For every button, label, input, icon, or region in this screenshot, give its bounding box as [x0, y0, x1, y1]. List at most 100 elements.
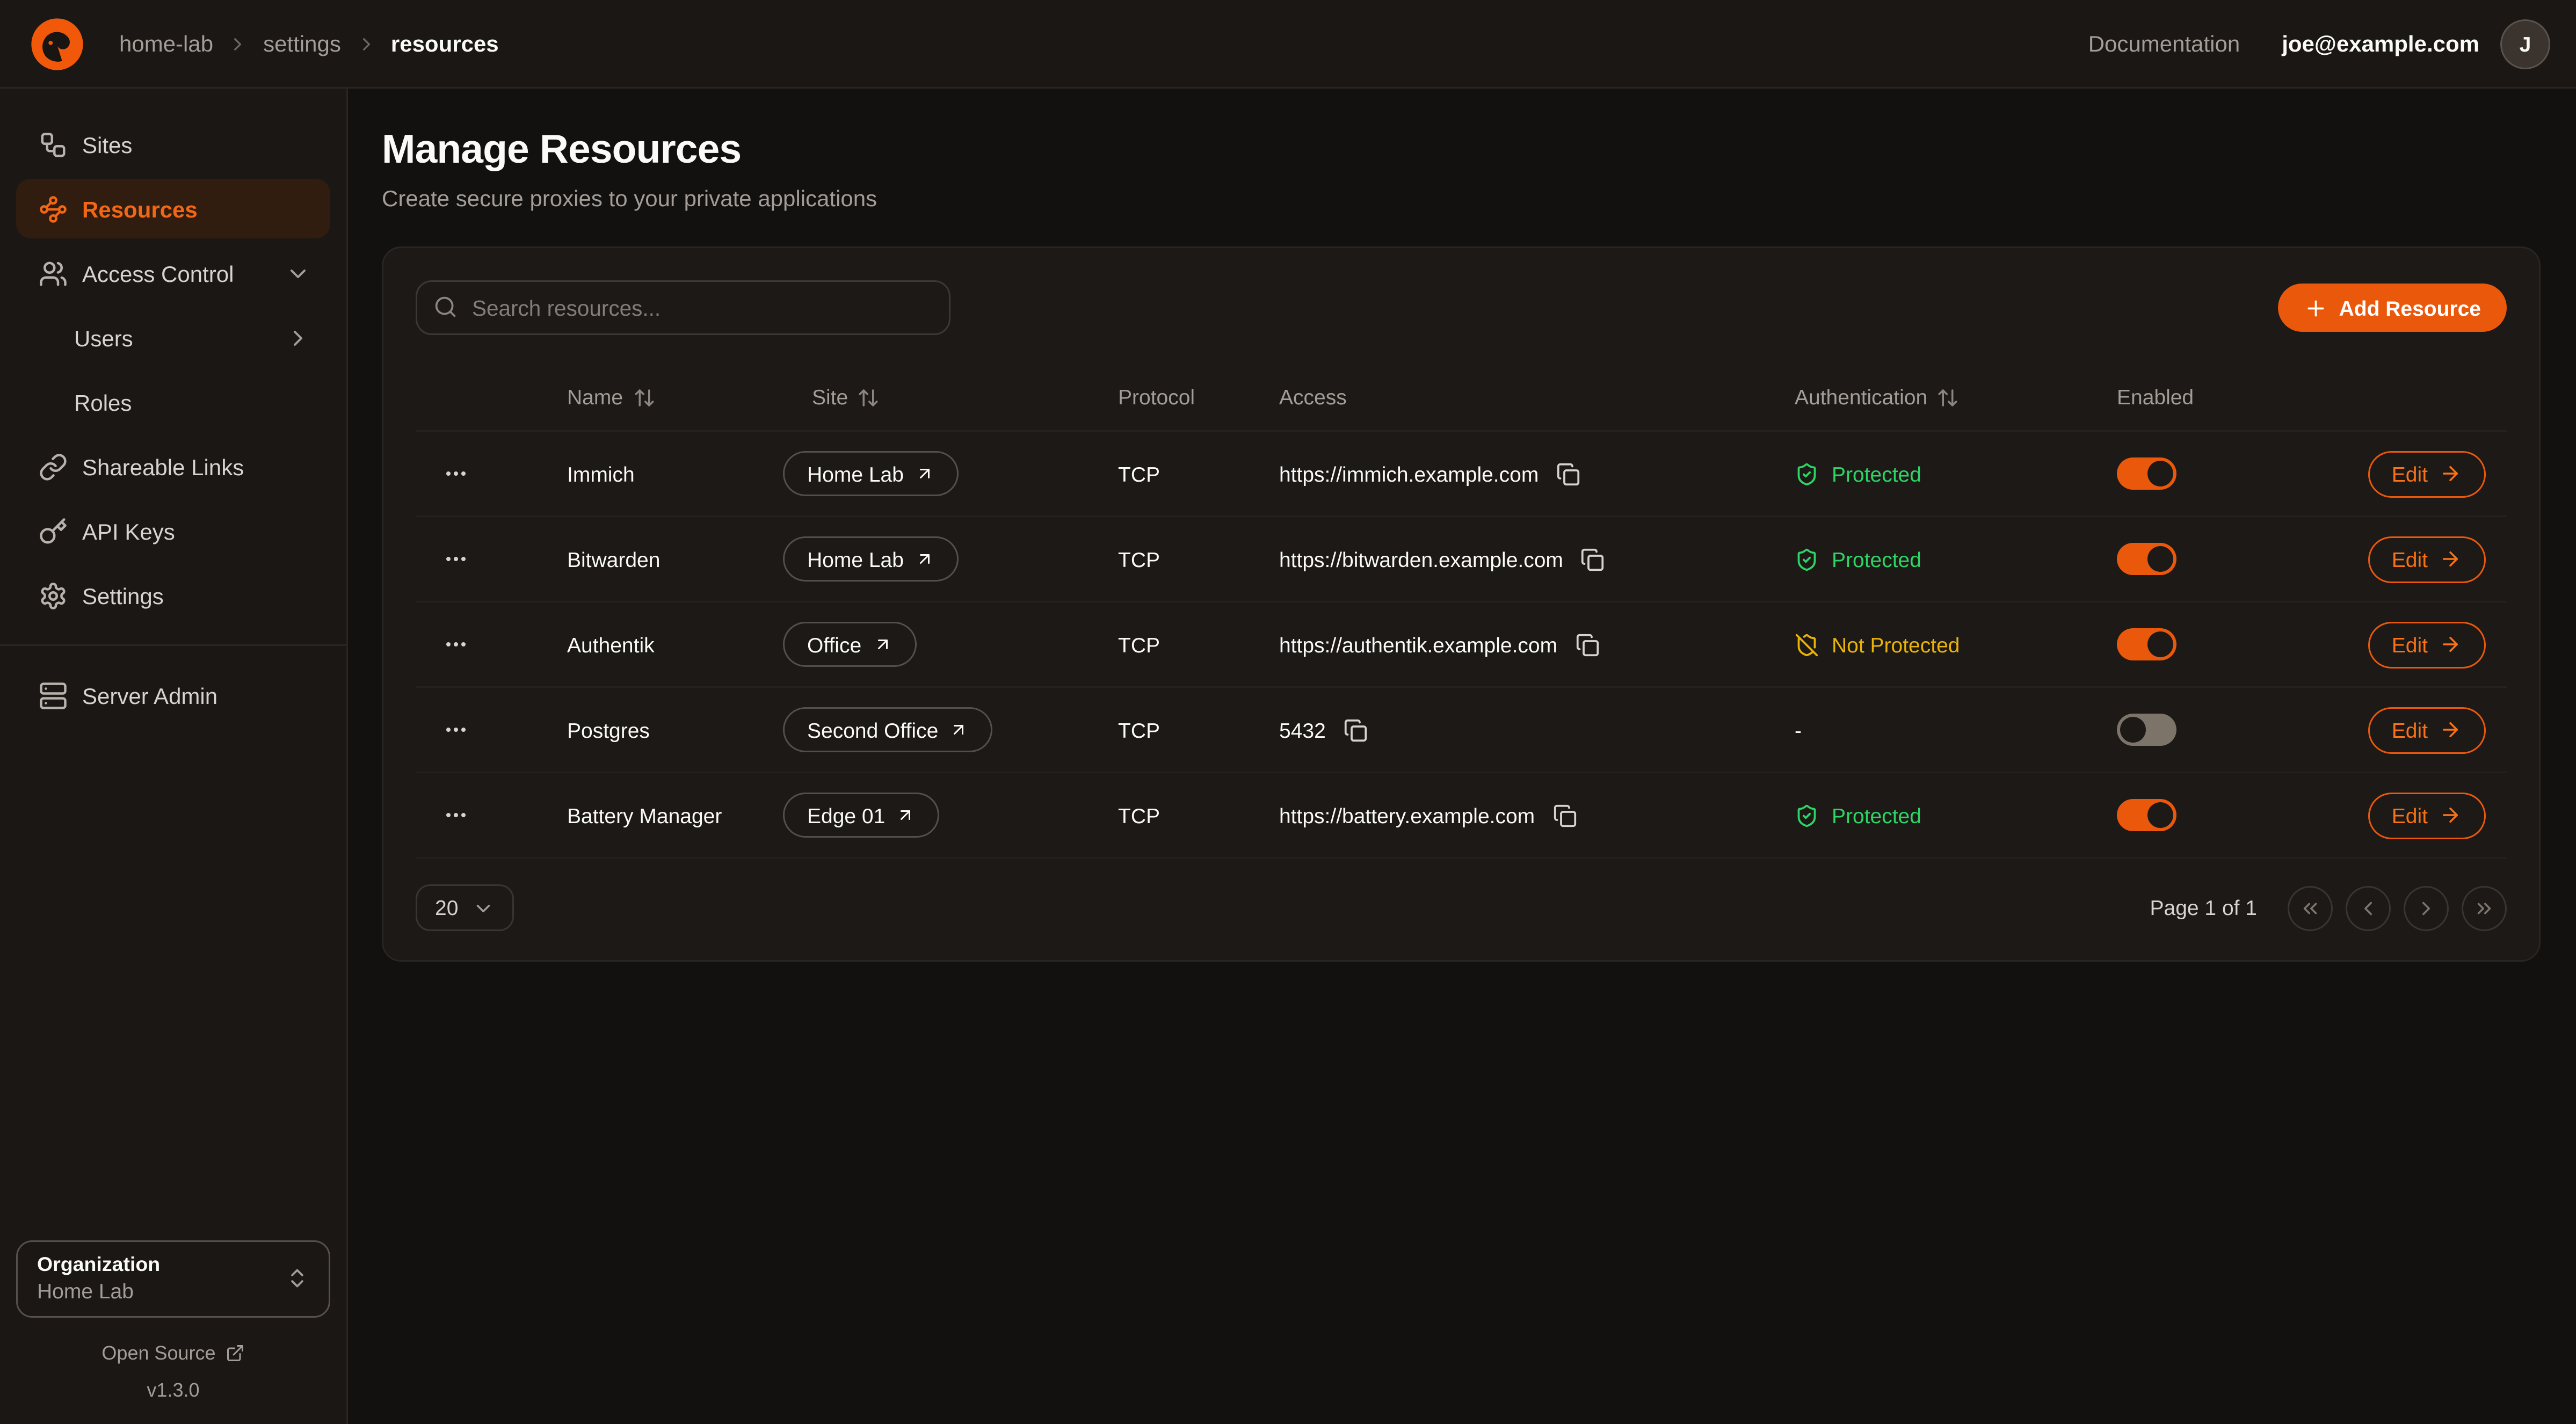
resource-access-url: https://battery.example.com	[1279, 803, 1535, 827]
resource-protocol: TCP	[1118, 803, 1279, 827]
site-label: Office	[807, 633, 861, 657]
site-link-button[interactable]: Office	[783, 622, 916, 667]
edit-button[interactable]: Edit	[2368, 536, 2486, 583]
organization-selector[interactable]: Organization Home Lab	[16, 1240, 330, 1318]
resource-protocol: TCP	[1118, 547, 1279, 571]
sort-icon	[633, 386, 655, 409]
edit-label: Edit	[2392, 718, 2428, 742]
row-menu-button[interactable]	[437, 454, 475, 493]
enabled-toggle[interactable]	[2117, 543, 2176, 575]
row-menu-button[interactable]	[437, 540, 475, 578]
edit-label: Edit	[2392, 633, 2428, 657]
resource-access-url: https://authentik.example.com	[1279, 633, 1557, 657]
page-title: Manage Resources	[382, 127, 2541, 174]
chevron-right-icon	[355, 33, 376, 54]
sidebar-footer: Organization Home Lab Open Source v1.3.0	[0, 1240, 346, 1401]
shield-check-icon	[1795, 547, 1819, 571]
documentation-link[interactable]: Documentation	[2088, 31, 2240, 56]
organization-value: Home Lab	[37, 1279, 160, 1303]
sidebar-item-settings[interactable]: Settings	[16, 565, 330, 625]
prev-page-button[interactable]	[2346, 885, 2391, 931]
row-menu-button[interactable]	[437, 796, 475, 834]
arrow-up-right-icon	[915, 549, 934, 569]
first-page-button[interactable]	[2288, 885, 2333, 931]
sidebar-item-access-control[interactable]: Access Control	[16, 243, 330, 303]
resource-name: Immich	[506, 462, 780, 486]
copy-icon[interactable]	[1578, 544, 1608, 575]
external-link-icon	[226, 1343, 245, 1363]
add-resource-label: Add Resource	[2339, 296, 2481, 320]
last-page-button[interactable]	[2462, 885, 2507, 931]
site-link-button[interactable]: Edge 01	[783, 793, 940, 838]
sidebar: Sites Resources Access Control Users Rol…	[0, 89, 348, 1424]
users-icon	[39, 259, 68, 288]
sidebar-item-roles[interactable]: Roles	[16, 372, 330, 432]
search-input[interactable]	[416, 280, 950, 335]
next-page-button[interactable]	[2404, 885, 2449, 931]
breadcrumb-item-org[interactable]: home-lab	[119, 31, 213, 56]
copy-icon[interactable]	[1549, 800, 1580, 831]
avatar-initial: J	[2520, 32, 2531, 56]
resources-card: Add Resource Name Site	[382, 246, 2541, 962]
table-footer: 20 Page 1 of 1	[416, 884, 2507, 931]
pagination: Page 1 of 1	[2150, 885, 2507, 931]
arrow-up-right-icon	[949, 720, 969, 739]
sidebar-item-shareable-links[interactable]: Shareable Links	[16, 437, 330, 496]
row-menu-button[interactable]	[437, 710, 475, 749]
enabled-toggle[interactable]	[2117, 628, 2176, 660]
site-link-button[interactable]: Home Lab	[783, 536, 959, 582]
add-resource-button[interactable]: Add Resource	[2278, 284, 2507, 332]
auth-status-badge: Protected	[1795, 462, 1921, 486]
sidebar-item-api-keys[interactable]: API Keys	[16, 501, 330, 561]
site-link-button[interactable]: Home Lab	[783, 451, 959, 496]
edit-button[interactable]: Edit	[2368, 621, 2486, 668]
shield-check-icon	[1795, 803, 1819, 827]
avatar[interactable]: J	[2500, 19, 2550, 69]
arrow-right-icon	[2439, 462, 2462, 485]
auth-status-badge: Protected	[1795, 547, 1921, 571]
shield-off-icon	[1795, 633, 1819, 657]
auth-status-label: Protected	[1832, 462, 1921, 486]
table-header-row: Name Site Protocol Access	[416, 364, 2507, 432]
enabled-toggle[interactable]	[2117, 457, 2176, 490]
resource-name: Bitwarden	[506, 547, 780, 571]
page-size-select[interactable]: 20	[416, 884, 514, 931]
edit-button[interactable]: Edit	[2368, 707, 2486, 753]
auth-status-badge: Protected	[1795, 803, 1921, 827]
column-header-name[interactable]: Name	[506, 385, 780, 409]
breadcrumb-item-current: resources	[391, 31, 499, 56]
column-label: Protocol	[1118, 385, 1195, 409]
resource-protocol: TCP	[1118, 633, 1279, 657]
pagination-label: Page 1 of 1	[2150, 896, 2258, 920]
column-header-site[interactable]: Site	[780, 385, 1118, 409]
page-subtitle: Create secure proxies to your private ap…	[382, 185, 2541, 211]
column-label: Site	[812, 385, 848, 409]
sidebar-item-resources[interactable]: Resources	[16, 179, 330, 238]
enabled-toggle[interactable]	[2117, 799, 2176, 831]
column-header-authentication[interactable]: Authentication	[1795, 385, 2117, 409]
sidebar-item-label: Shareable Links	[82, 454, 244, 479]
row-menu-button[interactable]	[437, 625, 475, 664]
copy-icon[interactable]	[1572, 629, 1602, 660]
sidebar-item-users[interactable]: Users	[16, 308, 330, 367]
sidebar-item-server-admin[interactable]: Server Admin	[16, 665, 330, 725]
user-email[interactable]: joe@example.com	[2282, 31, 2479, 56]
app-root: home-lab settings resources Documentatio…	[0, 0, 2576, 1424]
column-label: Access	[1279, 385, 1347, 409]
edit-button[interactable]: Edit	[2368, 792, 2486, 839]
arrow-right-icon	[2439, 633, 2462, 656]
copy-icon[interactable]	[1553, 459, 1584, 489]
sidebar-item-sites[interactable]: Sites	[16, 114, 330, 174]
enabled-toggle[interactable]	[2117, 714, 2176, 746]
search-box	[416, 280, 950, 335]
edit-button[interactable]: Edit	[2368, 451, 2486, 497]
open-source-link[interactable]: Open Source	[101, 1342, 244, 1364]
auth-status-label: Protected	[1832, 547, 1921, 571]
copy-icon[interactable]	[1340, 715, 1371, 745]
breadcrumb-item-settings[interactable]: settings	[263, 31, 341, 56]
resource-name: Battery Manager	[506, 803, 780, 827]
arrow-up-right-icon	[896, 805, 916, 825]
site-link-button[interactable]: Second Office	[783, 707, 993, 752]
resource-access-port: 5432	[1279, 718, 1326, 742]
table-row: Bitwarden Home Lab TCP https://bitwarden…	[416, 517, 2507, 602]
